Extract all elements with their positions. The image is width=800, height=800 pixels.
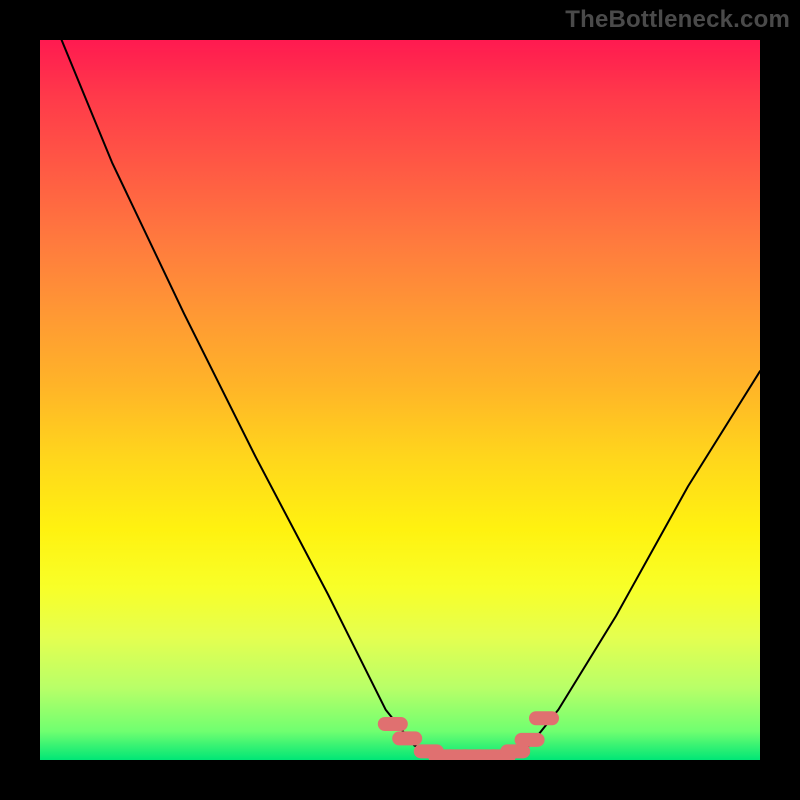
chart-stage: TheBottleneck.com	[0, 0, 800, 800]
bottom-markers	[385, 718, 552, 756]
watermark-text: TheBottleneck.com	[565, 6, 790, 34]
bottleneck-curve	[62, 40, 760, 758]
plot-area	[40, 40, 760, 760]
chart-overlay-svg	[40, 40, 760, 760]
